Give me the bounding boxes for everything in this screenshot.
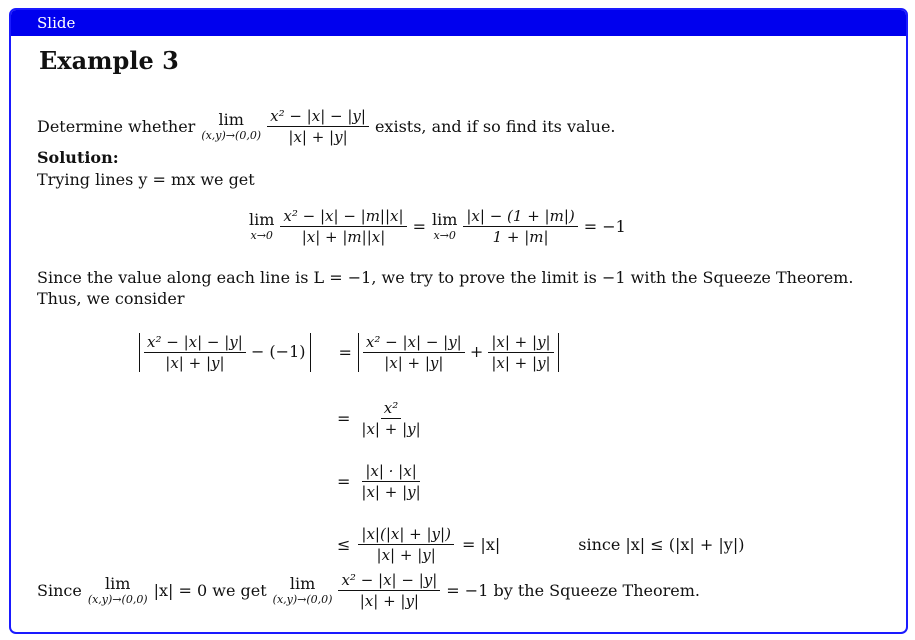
fraction-denominator: |x| + |y| bbox=[376, 545, 436, 564]
squeeze-step-1: x² − |x| − |y| |x| + |y| − (−1) = x² − |… bbox=[139, 326, 559, 378]
fraction: x² |x| + |y| bbox=[358, 399, 423, 438]
limit-label: lim bbox=[105, 574, 131, 593]
problem-statement: Determine whether lim (x,y)→(0,0) x² − |… bbox=[37, 102, 616, 150]
example-heading: Example 3 bbox=[39, 46, 179, 75]
fraction: |x|(|x| + |y|) |x| + |y| bbox=[358, 525, 454, 564]
fraction: x² − |x| − |y| |x| + |y| bbox=[144, 333, 246, 372]
conclusion: Since lim (x,y)→(0,0) |x| = 0 we get lim… bbox=[37, 562, 700, 618]
limit-operator: lim (x,y)→(0,0) bbox=[201, 110, 261, 142]
limit-subscript: x→0 bbox=[250, 229, 273, 242]
limit-label: lim bbox=[218, 110, 244, 129]
limit-label: lim bbox=[431, 210, 458, 229]
slide-frame: Slide Example 3 Determine whether lim (x… bbox=[9, 8, 908, 634]
limit-operator: lim x→0 bbox=[432, 210, 457, 242]
fraction-denominator: 1 + |m| bbox=[492, 227, 549, 246]
fraction-denominator: |x| + |y| bbox=[165, 353, 225, 372]
problem-fraction: x² − |x| − |y| |x| + |y| bbox=[267, 107, 369, 146]
limit-operator: lim (x,y)→(0,0) bbox=[273, 574, 333, 606]
line-limit-equation: lim x→0 x² − |x| − |m||x| |x| + |m||x| =… bbox=[249, 200, 626, 252]
slide-title-bar: Slide bbox=[11, 10, 906, 36]
problem-text-post: exists, and if so find its value. bbox=[374, 116, 616, 136]
solution-line-1: Trying lines y = mx we get bbox=[37, 170, 255, 189]
fraction-numerator: x² bbox=[380, 399, 402, 419]
expression-tail: − (−1) bbox=[250, 341, 306, 361]
equals-sign: = bbox=[412, 216, 426, 236]
fraction: x² − |x| − |y| |x| + |y| bbox=[362, 333, 465, 372]
less-equal-sign: ≤ bbox=[337, 534, 351, 554]
fraction-numerator: |x| + |y| bbox=[488, 333, 554, 353]
fraction-denominator: |x| + |y| bbox=[361, 419, 421, 438]
bound-result: = |x| bbox=[461, 534, 501, 554]
fraction: x² − |x| − |y| |x| + |y| bbox=[338, 571, 441, 610]
fraction: |x| · |x| |x| + |y| bbox=[358, 462, 423, 501]
fraction-numerator: x² − |x| − |y| bbox=[144, 333, 246, 353]
squeeze-step-3: = |x| · |x| |x| + |y| bbox=[337, 455, 424, 507]
fraction-denominator: |x| + |y| bbox=[491, 353, 551, 372]
limit-operator: lim (x,y)→(0,0) bbox=[88, 574, 148, 606]
fraction: |x| + |y| |x| + |y| bbox=[488, 333, 554, 372]
limit-subscript: x→0 bbox=[433, 229, 456, 242]
fraction-numerator: x² − |x| − |y| bbox=[338, 571, 441, 591]
squeeze-step-2: = x² |x| + |y| bbox=[337, 392, 424, 444]
slide-title: Slide bbox=[37, 14, 76, 32]
equals-sign: = bbox=[337, 408, 351, 428]
fraction-denominator: |x| + |y| bbox=[359, 591, 419, 610]
limit-subscript: (x,y)→(0,0) bbox=[201, 129, 262, 142]
absolute-value-expr: x² − |x| − |y| |x| + |y| − (−1) bbox=[139, 332, 311, 372]
paragraph-line-2: Thus, we consider bbox=[37, 289, 185, 308]
fraction-numerator: x² − |x| − |m||x| bbox=[280, 207, 407, 227]
conclusion-text-mid: |x| = 0 we get bbox=[153, 580, 267, 600]
limit-label: lim bbox=[289, 574, 316, 593]
paragraph-line-1: Since the value along each line is L = −… bbox=[37, 268, 854, 287]
fraction-denominator: |x| + |m||x| bbox=[301, 227, 386, 246]
fraction: x² − |x| − |m||x| |x| + |m||x| bbox=[280, 207, 407, 246]
fraction-numerator: |x| − (1 + |m|) bbox=[463, 207, 578, 227]
limit-label: lim bbox=[249, 210, 275, 229]
limit-subscript: (x,y)→(0,0) bbox=[87, 593, 148, 606]
problem-text-pre: Determine whether bbox=[37, 116, 196, 136]
fraction: |x| − (1 + |m|) 1 + |m| bbox=[463, 207, 578, 246]
equation-result: = −1 bbox=[583, 216, 626, 236]
equals-sign: = bbox=[338, 342, 352, 362]
conclusion-text-pre: Since bbox=[37, 580, 82, 600]
inequality-justification: since |x| ≤ (|x| + |y|) bbox=[578, 534, 745, 554]
absolute-value-expr: x² − |x| − |y| |x| + |y| + |x| + |y| |x|… bbox=[357, 332, 559, 372]
fraction-denominator: |x| + |y| bbox=[384, 353, 444, 372]
limit-operator: lim x→0 bbox=[249, 210, 274, 242]
plus-sign: + bbox=[469, 341, 484, 361]
fraction-denominator: |x| + |y| bbox=[288, 127, 348, 146]
fraction-numerator: |x|(|x| + |y|) bbox=[358, 525, 454, 545]
limit-subscript: (x,y)→(0,0) bbox=[272, 593, 333, 606]
solution-label: Solution: bbox=[37, 148, 119, 167]
conclusion-text-post: = −1 by the Squeeze Theorem. bbox=[446, 580, 700, 600]
equals-sign: = bbox=[337, 471, 351, 491]
fraction-numerator: |x| · |x| bbox=[362, 462, 420, 482]
fraction-numerator: x² − |x| − |y| bbox=[267, 107, 369, 127]
fraction-denominator: |x| + |y| bbox=[361, 482, 421, 501]
fraction-numerator: x² − |x| − |y| bbox=[362, 333, 465, 353]
